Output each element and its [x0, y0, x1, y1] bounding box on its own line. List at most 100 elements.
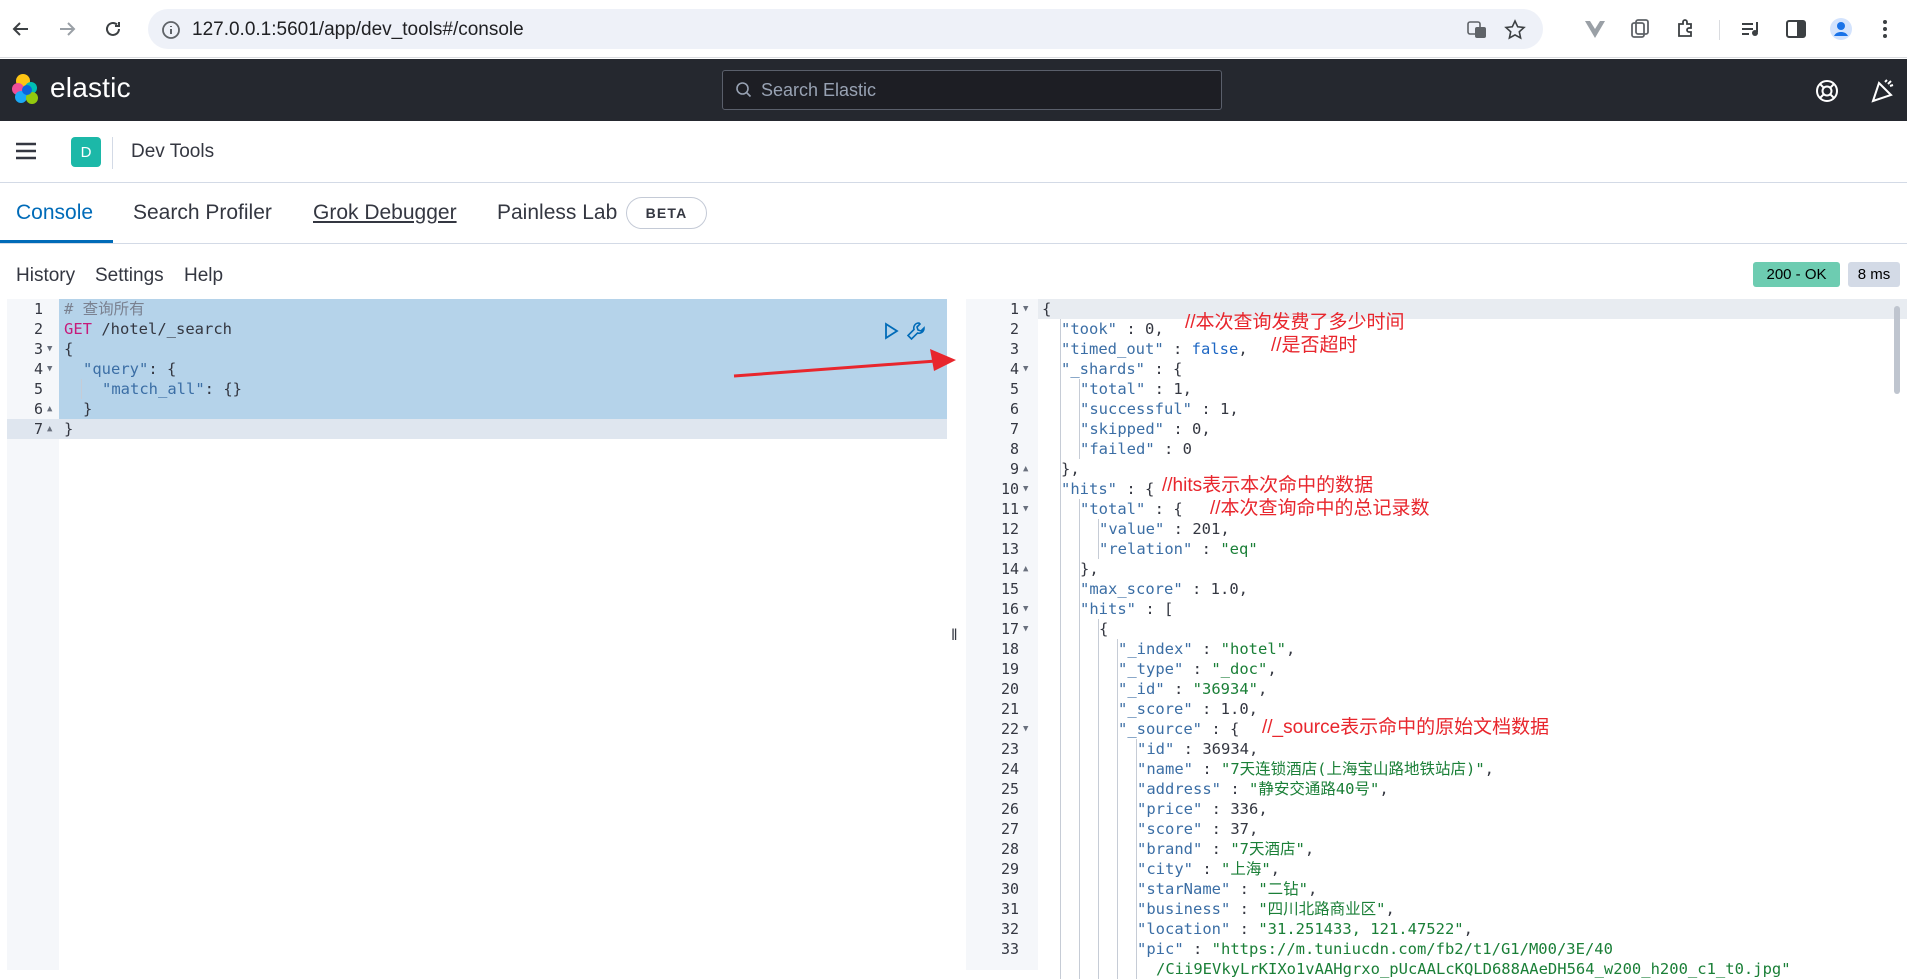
code-line: }: [83, 400, 93, 418]
reload-icon[interactable]: [98, 14, 128, 44]
line-number: 3: [1009, 340, 1019, 358]
copy-extension-icon[interactable]: [1628, 17, 1652, 41]
code-line: "timed_out" : false,: [1061, 340, 1248, 358]
line-number: 17: [1000, 620, 1019, 638]
line-number: 6: [33, 400, 43, 418]
panel-resizer-handle[interactable]: ‖: [951, 627, 958, 645]
response-active-line: [1038, 299, 1907, 319]
response-viewer[interactable]: 1 2 3 4 5 6 7 8 9 10 11 12 13 14 15 16 1…: [966, 299, 1907, 979]
code-line: "name" : "7天连锁酒店(上海宝山路地铁站店)",: [1137, 760, 1495, 778]
fold-arrow-icon[interactable]: ▼: [1023, 619, 1028, 639]
dev-tools-tabs: Console Search Profiler Grok Debugger Pa…: [0, 184, 1907, 244]
indent-guide: [1098, 619, 1099, 979]
line-number: 3: [33, 340, 43, 358]
line-number: 15: [1000, 580, 1019, 598]
fold-arrow-icon[interactable]: ▲: [47, 399, 52, 419]
fold-arrow-icon[interactable]: ▼: [1023, 299, 1028, 319]
bookmark-star-icon[interactable]: [1504, 19, 1526, 41]
breadcrumb-current: Dev Tools: [131, 141, 215, 162]
code-line: "score" : 37,: [1137, 820, 1259, 838]
line-number: 10: [1000, 480, 1019, 498]
help-link[interactable]: Help: [184, 265, 223, 287]
code-line: "id" : 36934,: [1137, 740, 1259, 758]
hamburger-menu-icon[interactable]: [14, 139, 38, 163]
line-number: 9: [1009, 460, 1019, 478]
response-scrollbar[interactable]: [1894, 306, 1900, 394]
line-number: 24: [1000, 760, 1019, 778]
line-number: 2: [1009, 320, 1019, 338]
forward-arrow-icon[interactable]: [52, 14, 82, 44]
more-menu-icon[interactable]: [1873, 17, 1897, 41]
annotation-hits: //hits表示本次命中的数据: [1162, 475, 1374, 496]
tab-console[interactable]: Console: [16, 201, 93, 225]
vue-extension-icon[interactable]: [1583, 17, 1607, 41]
help-lifebuoy-icon[interactable]: [1814, 78, 1840, 104]
extensions-puzzle-icon[interactable]: [1674, 17, 1698, 41]
code-line: "brand" : "7天酒店",: [1137, 840, 1315, 858]
settings-link[interactable]: Settings: [95, 265, 164, 287]
code-line: {: [1042, 300, 1052, 318]
fold-arrow-icon[interactable]: ▼: [1023, 359, 1028, 379]
line-number: 1: [33, 300, 43, 318]
code-line: }: [64, 420, 74, 438]
elastic-logo-icon[interactable]: [10, 73, 42, 110]
breadcrumb-bar: D Dev Tools: [0, 121, 1907, 183]
newsfeed-icon[interactable]: [1870, 78, 1896, 104]
side-panel-icon[interactable]: [1784, 17, 1808, 41]
profile-avatar-icon[interactable]: [1829, 17, 1853, 41]
translate-icon[interactable]: [1466, 19, 1488, 41]
code-line: "price" : 336,: [1137, 800, 1268, 818]
back-arrow-icon[interactable]: [6, 14, 36, 44]
search-icon: [735, 81, 753, 104]
line-number: 33: [1000, 940, 1019, 958]
fold-arrow-icon[interactable]: ▼: [47, 339, 52, 359]
line-number: 5: [1009, 380, 1019, 398]
code-line: "_source" : {: [1118, 720, 1240, 738]
fold-arrow-icon[interactable]: ▼: [1023, 499, 1028, 519]
request-editor[interactable]: 1 2 3 4 5 6 7 ▼ ▼ ▲ ▲ # 查询所有 GET /hotel/…: [7, 299, 947, 970]
media-control-icon[interactable]: [1739, 17, 1763, 41]
fold-arrow-icon[interactable]: ▲: [1023, 459, 1028, 479]
breadcrumb-divider: [112, 137, 113, 169]
kibana-header: elastic: [0, 59, 1907, 121]
line-number: 1: [1009, 300, 1019, 318]
fold-arrow-icon[interactable]: ▼: [47, 359, 52, 379]
annotation-total: //本次查询命中的总记录数: [1210, 498, 1430, 519]
history-link[interactable]: History: [16, 265, 75, 287]
global-search-input[interactable]: [761, 79, 1201, 101]
code-line: "location" : "31.251433, 121.47522",: [1137, 920, 1473, 938]
address-bar[interactable]: 127.0.0.1:5601/app/dev_tools#/console: [148, 9, 1543, 49]
tab-painless-lab[interactable]: Painless Lab: [497, 201, 617, 225]
indent-guide: [1060, 319, 1061, 979]
request-options-wrench-icon[interactable]: [905, 320, 927, 342]
code-line: "max_score" : 1.0,: [1080, 580, 1248, 598]
line-number: 22: [1000, 720, 1019, 738]
fold-arrow-icon[interactable]: ▼: [1023, 719, 1028, 739]
fold-arrow-icon[interactable]: ▲: [1023, 559, 1028, 579]
fold-arrow-icon[interactable]: ▲: [47, 419, 52, 439]
code-line: "successful" : 1,: [1080, 400, 1239, 418]
global-search[interactable]: [722, 70, 1222, 110]
tab-search-profiler[interactable]: Search Profiler: [133, 201, 272, 225]
line-number: 4: [33, 360, 43, 378]
code-line: "_score" : 1.0,: [1118, 700, 1258, 718]
selected-tab-indicator: [0, 240, 113, 243]
active-line-highlight: [7, 419, 947, 439]
line-number: 28: [1000, 840, 1019, 858]
line-number: 11: [1000, 500, 1019, 518]
code-line: "relation" : "eq": [1099, 540, 1258, 558]
space-avatar[interactable]: D: [71, 137, 101, 167]
status-badge: 200 - OK: [1753, 262, 1840, 287]
code-line: {: [64, 340, 74, 358]
line-number: 26: [1000, 800, 1019, 818]
tab-grok-debugger[interactable]: Grok Debugger: [313, 201, 457, 225]
code-line: "value" : 201,: [1099, 520, 1230, 538]
site-info-icon[interactable]: [160, 19, 182, 41]
code-line: {: [1099, 620, 1109, 638]
fold-arrow-icon[interactable]: ▼: [1023, 479, 1028, 499]
brand-name[interactable]: elastic: [50, 72, 131, 104]
code-line: /Cii9EVkyLrKIXo1vAAHgrxo_pUcAALcKQLD688A…: [1156, 960, 1791, 978]
send-request-play-icon[interactable]: [880, 320, 902, 342]
line-number: 23: [1000, 740, 1019, 758]
fold-arrow-icon[interactable]: ▼: [1023, 599, 1028, 619]
